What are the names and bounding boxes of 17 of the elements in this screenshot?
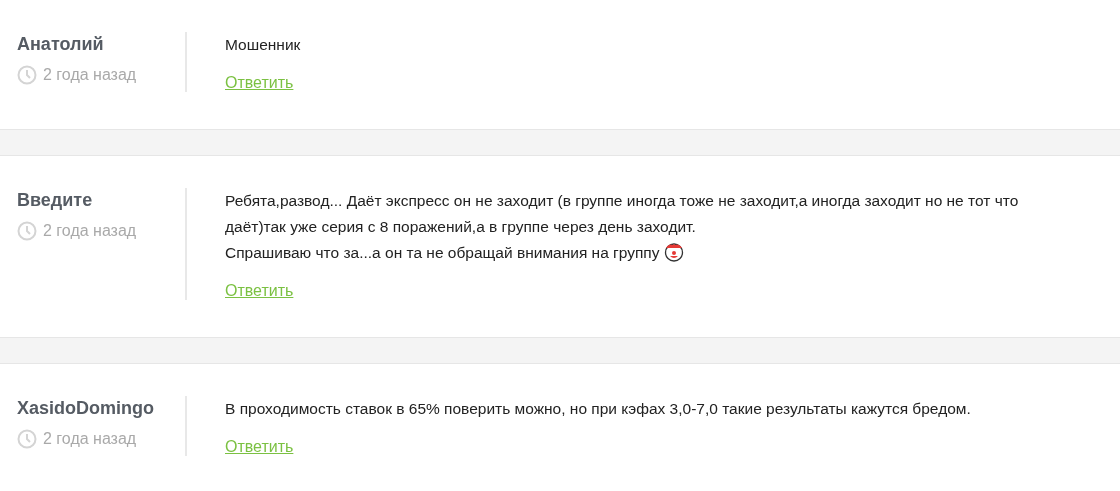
clock-icon xyxy=(17,429,37,449)
author-name: Введите xyxy=(17,189,94,212)
comment-time: 2 года назад xyxy=(43,66,137,84)
comment-time: 2 года назад xyxy=(43,430,137,448)
comment-text: В проходимость ставок в 65% поверить можно, но при кэфах 3,0-7,0 такие результаты кажутся бредом. xyxy=(225,400,971,417)
reply-link[interactable]: Ответить xyxy=(225,438,294,456)
clock-icon xyxy=(17,65,37,85)
comment-text: Ребята,развод... Даёт экспресс он не заходит (в группе иногда тоже не заходит,а иногда заходит но не тот что даёт)так уже серия с 8 поражений,а в группе через день заходит. xyxy=(225,192,1019,235)
comment-text: Спрашиваю что за...а он та не обращай внимания на группу xyxy=(225,244,660,261)
comment-text: Мошенник xyxy=(225,36,301,53)
reply-link[interactable]: Ответить xyxy=(225,282,294,300)
clock-icon xyxy=(17,221,37,241)
comment-time: 2 года назад xyxy=(43,222,137,240)
reply-link[interactable]: Ответить xyxy=(225,74,294,92)
author-name: Анатолий xyxy=(17,33,105,56)
clown-emoji-icon xyxy=(664,242,685,262)
author-name: XasidoDomingo xyxy=(17,397,155,420)
